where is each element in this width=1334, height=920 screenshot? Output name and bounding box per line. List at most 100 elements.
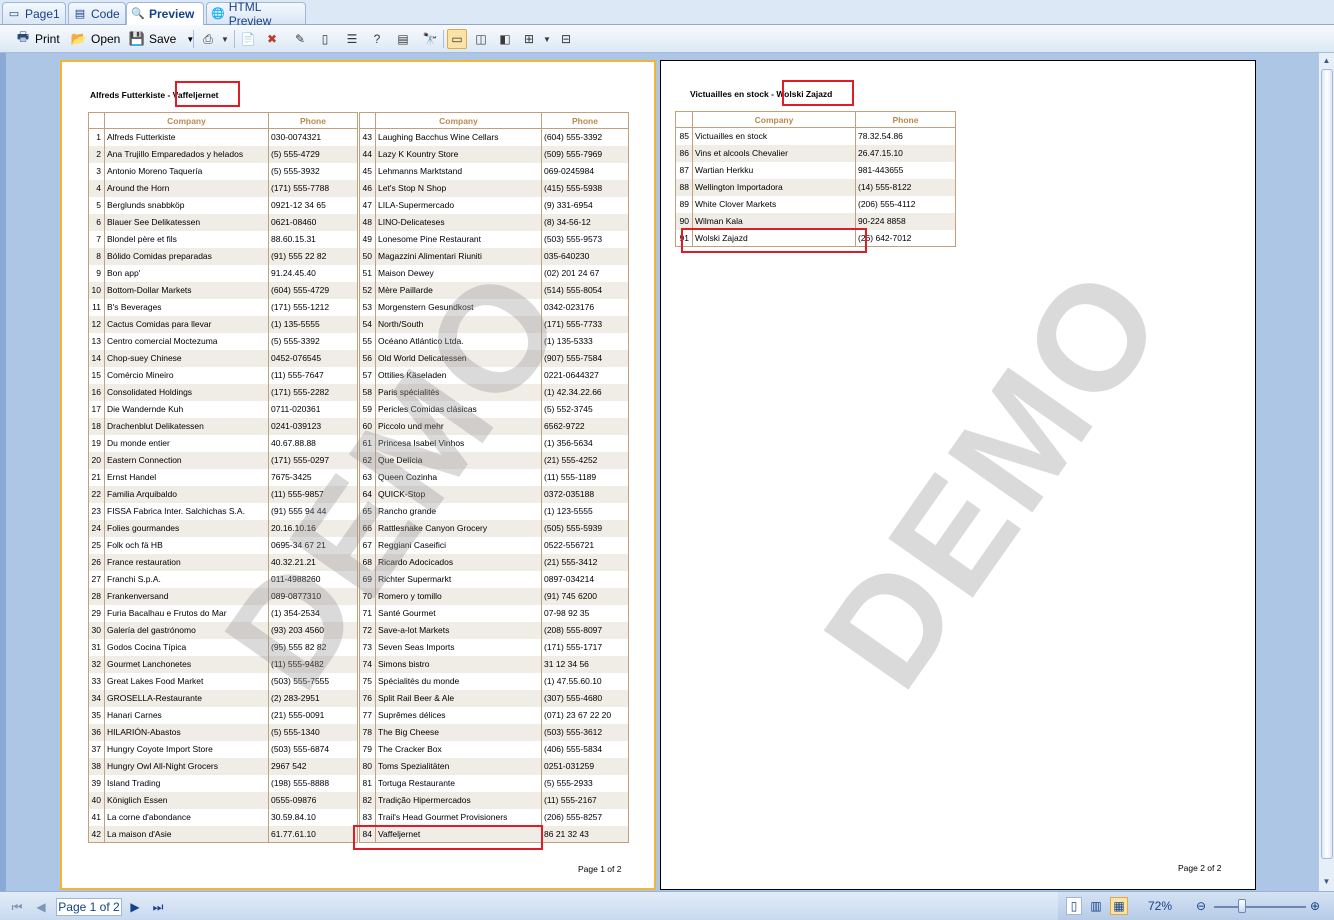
phone-number: (11) 555-7647 [268,366,358,384]
help-button[interactable]: ? [367,29,387,49]
table-row: 85 Victuailles en stock 78.32.54.86 [675,127,956,145]
row-index: 69 [359,570,376,588]
continuous-button[interactable]: ◧ [495,29,515,49]
prev-page-button[interactable]: ◀ [34,898,48,916]
chevron-down-icon: ▼ [543,34,551,44]
save-button[interactable]: 💾 Save ▼ [128,28,194,50]
delete-page-button[interactable]: ✖ [262,29,282,49]
scroll-down-button[interactable]: ▼ [1319,874,1334,889]
two-pages-button[interactable]: ◫ [471,29,491,49]
table-row: 60 Piccolo und mehr 6562-9722 [359,417,629,435]
table-row: 41 La corne d'abondance 30.59.84.10 [88,808,358,826]
outline-button[interactable]: ▤ [393,29,413,49]
phone-number: (406) 555-5834 [541,740,629,758]
phone-number: (5) 555-3392 [268,332,358,350]
table-row: 65 Rancho grande (1) 123-5555 [359,502,629,520]
single-page-button[interactable]: ▭ [447,29,467,49]
tab-code[interactable]: ▤ Code [68,2,126,24]
row-index: 36 [88,723,105,741]
document-tabs: ▭ Page1 ▤ Code 🔍 Preview 🌐 HTML Preview [0,0,1334,28]
report-page-2[interactable]: Victuailles en stock - Wolski Zajazd Com… [660,60,1256,890]
find-button[interactable]: 🔭 [420,29,440,49]
company-table-left: Company Phone 1 Alfreds Futterkiste 030-0074… [88,112,358,843]
table-row: 37 Hungry Coyote Import Store (503) 555-68… [88,740,358,758]
table-row: 23 FISSA Fabrica Inter. Salchichas S.A. (9… [88,502,358,520]
table-row: 76 Split Rail Beer & Ale (307) 555-4680 [359,689,629,707]
row-index: 8 [88,247,105,265]
scroll-up-button[interactable]: ▲ [1319,53,1334,68]
zoom-slider-track[interactable] [1214,906,1306,908]
print-button[interactable]: 🖶 Print [14,28,60,50]
new-page-button[interactable]: 📄 [238,29,258,49]
company-name: Bottom-Dollar Markets [104,281,269,299]
phone-number: 981-443655 [855,161,956,179]
table-row: 56 Old World Delicatessen (907) 555-7584 [359,349,629,367]
vertical-scrollbar[interactable]: ▲ ▼ [1318,53,1334,891]
phone-number: 0452-076545 [268,349,358,367]
zoom-slider-thumb[interactable] [1238,899,1246,913]
single-view-button[interactable]: ▯ [1066,897,1082,915]
tab-html-preview[interactable]: 🌐 HTML Preview [206,0,306,28]
report-page-1[interactable]: Alfreds Futterkiste - Vaffeljernet Compa… [60,60,656,890]
table-row: 31 Godos Cocina Típica (95) 555 82 82 [88,638,358,656]
last-page-button[interactable]: ⏭ [150,898,166,916]
page-setup-button[interactable]: ▯ [315,29,335,49]
row-index: 76 [359,689,376,707]
row-index: 17 [88,400,105,418]
page-indicator[interactable]: Page 1 of 2 [56,898,122,916]
header-first-company: Victuailles en stock [690,89,769,99]
delete-page-icon: ✖ [266,32,278,46]
zoom-in-button[interactable]: ⊕ [1306,897,1324,915]
next-page-button[interactable]: ▶ [128,898,142,916]
phone-number: (171) 555-0297 [268,451,358,469]
tab-page1[interactable]: ▭ Page1 [2,2,66,24]
row-index: 47 [359,196,376,214]
multi-page-button[interactable]: ⊞ [519,29,539,49]
phone-number: 0621-08460 [268,213,358,231]
company-name: Ernst Handel [104,468,269,486]
single-page-icon: ▭ [451,32,463,46]
company-name: Folies gourmandes [104,519,269,537]
view-dropdown[interactable]: ▼ [541,29,553,49]
open-button[interactable]: 📂 Open [70,28,120,50]
phone-number: (95) 555 82 82 [268,638,358,656]
phone-number: (5) 555-2933 [541,774,629,792]
company-name: Bólido Comidas preparadas [104,247,269,265]
company-name: Magazzini Alimentari Riuniti [375,247,542,265]
table-row: 67 Reggiani Caseifici 0522-556721 [359,536,629,554]
export-button[interactable]: ⎙ [198,29,218,49]
edit-button[interactable]: ✎ [290,29,310,49]
table-row: 62 Que Delícia (21) 555-4252 [359,451,629,469]
company-name: Ottilies Käseladen [375,366,542,384]
company-name: Richter Supermarkt [375,570,542,588]
tab-preview[interactable]: 🔍 Preview [126,2,204,25]
table-row: 22 Familia Arquibaldo (11) 555-9857 [88,485,358,503]
double-view-button[interactable]: ▥ [1088,897,1104,915]
plus-icon: ⊕ [1309,899,1321,913]
phone-number: (11) 555-9857 [268,485,358,503]
fullscreen-button[interactable]: ⊟ [556,29,576,49]
table-row: 11 B's Beverages (171) 555-1212 [88,298,358,316]
company-name: Consolidated Holdings [104,383,269,401]
table-row: 4 Around the Horn (171) 555-7788 [88,179,358,197]
phone-number: (1) 354-2534 [268,604,358,622]
highlight-box [353,825,543,850]
phone-number: 26.47.15.10 [855,144,956,162]
company-name: LINO-Delicateses [375,213,542,231]
row-index: 87 [675,161,693,179]
row-index: 9 [88,264,105,282]
row-index: 16 [88,383,105,401]
phone-number: 0241-039123 [268,417,358,435]
export-dropdown[interactable]: ▼ [219,29,231,49]
company-name: LILA-Supermercado [375,196,542,214]
phone-number: (206) 555-8257 [541,808,629,826]
multi-view-button[interactable]: ▦ [1110,897,1128,915]
properties-button[interactable]: ☰ [342,29,362,49]
table-row: 14 Chop-suey Chinese 0452-076545 [88,349,358,367]
zoom-out-button[interactable]: ⊖ [1192,897,1210,915]
column-header-index [359,112,376,129]
scroll-thumb[interactable] [1321,69,1333,859]
company-name: Tortuga Restaurante [375,774,542,792]
company-name: Die Wandernde Kuh [104,400,269,418]
first-page-button[interactable]: ⏮ [10,898,24,916]
